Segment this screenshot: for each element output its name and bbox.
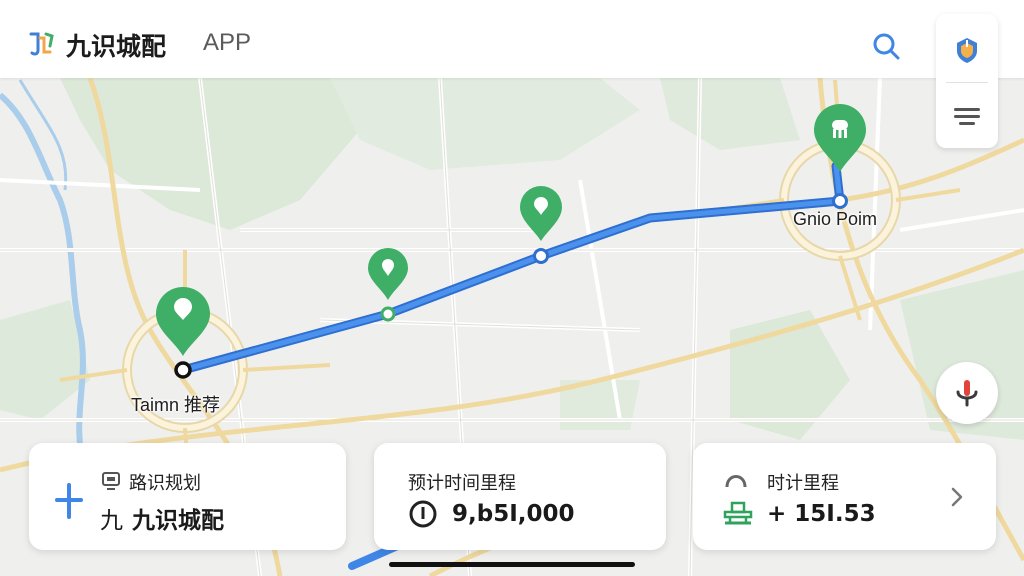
shield-icon <box>957 38 977 63</box>
app-title-suffix: APP <box>203 29 252 56</box>
route-planning-title: 路识规划 <box>129 473 201 494</box>
search-button[interactable] <box>866 26 906 66</box>
estimated-time-card[interactable]: 预计时间里程 9,b5I,000 <box>374 443 666 550</box>
trip-distance-card[interactable]: 时计里程 + 15I.53 <box>693 443 996 550</box>
trip-distance-title: 时计里程 <box>767 473 839 494</box>
home-indicator[interactable] <box>389 562 635 567</box>
route-start-node[interactable] <box>174 361 192 379</box>
search-icon <box>873 33 900 60</box>
estimated-time-title: 预计时间里程 <box>408 473 516 494</box>
plus-icon <box>55 483 83 519</box>
device-icon <box>102 472 120 490</box>
arc-icon <box>725 475 747 488</box>
trip-distance-value: + 15I.53 <box>767 501 876 527</box>
route-planning-value: 九识城配 <box>132 508 224 534</box>
menu-icon <box>954 108 980 125</box>
route-waypoint-node[interactable] <box>380 306 396 322</box>
menu-button[interactable] <box>936 84 998 148</box>
vehicle-icon <box>723 501 753 525</box>
clock-icon <box>409 500 437 528</box>
chevron-right-icon[interactable] <box>949 485 965 509</box>
microphone-icon <box>956 380 978 407</box>
end-location-label: Gnio Poim <box>793 209 878 229</box>
route-end-node[interactable] <box>832 193 848 209</box>
route-waypoint-node[interactable] <box>533 248 549 264</box>
route-planning-prefix: 九 <box>100 508 123 534</box>
estimated-time-value: 9,b5I,000 <box>452 501 575 527</box>
app-title: 九识城配 <box>66 32 167 61</box>
start-location-label: Taimn 推荐 <box>131 395 221 415</box>
voice-input-button[interactable] <box>936 362 998 424</box>
route-planning-card[interactable]: 路识规划 九 九识城配 <box>29 443 346 550</box>
map-controls-panel <box>936 14 998 148</box>
app-header: 九识城配 APP <box>0 0 1024 78</box>
safety-button[interactable] <box>936 18 998 82</box>
app-logo-icon <box>29 32 54 56</box>
controls-divider <box>946 82 988 83</box>
